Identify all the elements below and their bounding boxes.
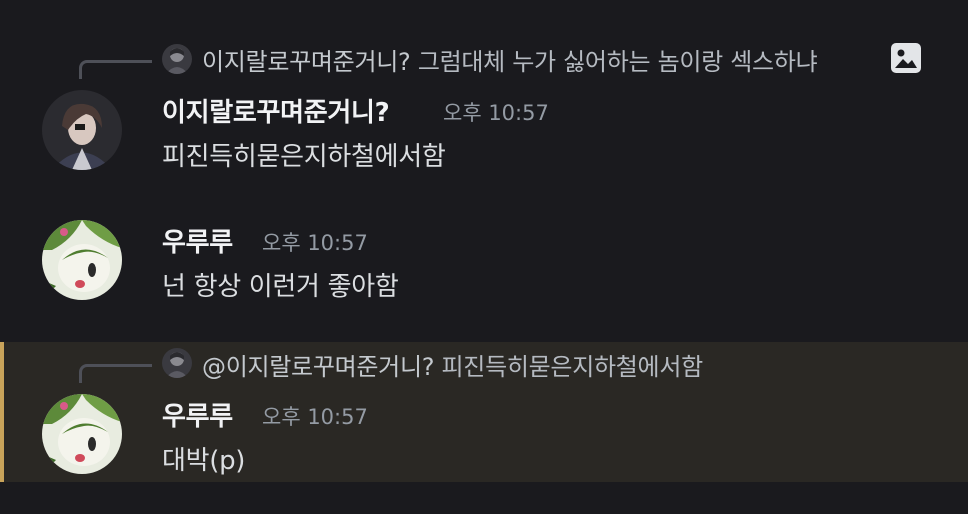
reply-preview[interactable]: 이지랄로꾸며준거니? 그럼대체 누가 싫어하는 놈이랑 섹스하냐 [202,42,818,77]
timestamp[interactable]: 오후 10:57 [262,401,368,431]
image-icon[interactable] [890,42,922,74]
reply-avatar[interactable] [162,348,192,378]
message[interactable]: 우루루 오후 10:57 넌 항상 이런거 좋아함 [0,210,968,320]
reply-connector [79,364,152,383]
reply-snippet: 피진득히묻은지하철에서함 [441,353,704,381]
reply-author[interactable]: @이지랄로꾸며준거니? [202,353,434,381]
message[interactable]: 이지랄로꾸며준거니? 그럼대체 누가 싫어하는 놈이랑 섹스하냐 이지랄로꾸며준… [0,0,968,190]
username[interactable]: 이지랄로꾸며준거니? [162,92,390,129]
message-content: 넌 항상 이런거 좋아함 [162,272,399,302]
message-content: 피진득히묻은지하철에서함 [162,142,446,172]
message-content: 대박(p) [162,446,246,476]
reply-author[interactable]: 이지랄로꾸며준거니? [202,48,411,76]
reply-preview[interactable]: @이지랄로꾸며준거니? 피진득히묻은지하철에서함 [202,347,703,382]
timestamp[interactable]: 오후 10:57 [262,227,368,257]
avatar[interactable] [42,394,122,474]
mention-bar [0,342,4,482]
avatar[interactable] [42,220,122,300]
chat-log: 이지랄로꾸며준거니? 그럼대체 누가 싫어하는 놈이랑 섹스하냐 이지랄로꾸며준… [0,0,968,514]
username[interactable]: 우루루 [162,396,233,433]
reply-avatar[interactable] [162,44,192,74]
timestamp[interactable]: 오후 10:57 [443,97,549,127]
reply-connector [79,60,152,79]
reply-snippet: 그럼대체 누가 싫어하는 놈이랑 섹스하냐 [417,48,818,76]
avatar[interactable] [42,90,122,170]
username[interactable]: 우루루 [162,222,233,259]
message-mentioned[interactable]: @이지랄로꾸며준거니? 피진득히묻은지하철에서함 우루루 오후 10:57 대박… [0,342,968,482]
